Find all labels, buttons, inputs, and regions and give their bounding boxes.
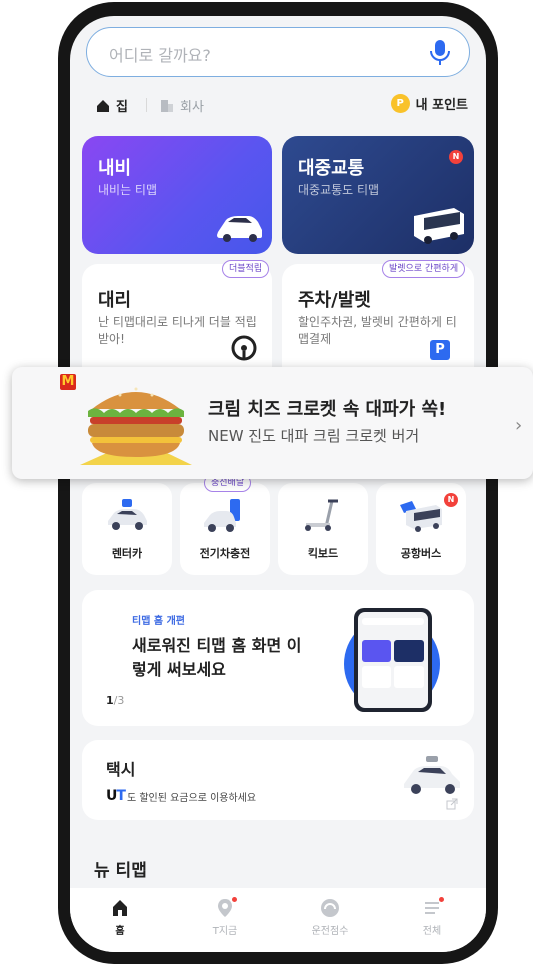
tile-kickboard[interactable]: 킥보드 — [278, 483, 368, 575]
menu-icon — [422, 897, 444, 918]
building-icon — [161, 99, 173, 112]
taxi-subtitle: 도 할인된 요금으로 이용하세요 — [126, 792, 257, 804]
tab-home[interactable]: 홈 — [80, 898, 160, 937]
new-badge: N — [449, 150, 463, 164]
ut-logo-t: T — [116, 788, 126, 804]
new-tmap-section-title: 뉴 티맵 — [94, 861, 147, 881]
tile-label: 전기차충전 — [199, 547, 251, 560]
mcdonalds-ad-banner[interactable]: M 크림 치즈 크로켓 속 대파가 쏙! NEW 진도 대파 크림 크로켓 버거… — [12, 367, 533, 479]
divider — [146, 98, 147, 112]
page-current: 1 — [106, 694, 114, 707]
transit-card[interactable]: 대중교통 대중교통도 티맵 N — [282, 136, 474, 254]
shortcut-home-label: 집 — [116, 100, 128, 115]
banner-headline: 새로워진 티맵 홈 화면 이렇게 써보세요 — [132, 636, 302, 679]
tile-label: 렌터카 — [111, 547, 143, 560]
shortcut-row: 집 회사 P 내 포인트 — [70, 92, 486, 118]
taxi-card[interactable]: 택시 UT 도 할인된 요금으로 이용하세요 — [82, 740, 474, 820]
location-pin-icon — [215, 897, 237, 918]
taxi-subtitle-row: UT 도 할인된 요금으로 이용하세요 — [106, 788, 256, 804]
tab-label: T지금 — [212, 926, 238, 937]
tile-label: 공항버스 — [400, 547, 442, 560]
tab-label: 홈 — [115, 926, 125, 937]
ut-logo-u: U — [106, 788, 117, 804]
navi-card[interactable]: 내비 내비는 티맵 — [82, 136, 272, 254]
point-coin-icon: P — [390, 94, 410, 113]
transit-title: 대중교통 — [298, 158, 365, 179]
taxi-title: 택시 — [106, 760, 136, 779]
search-placeholder: 어디로 갈까요? — [109, 46, 211, 65]
banner-pagination: 1/3 — [106, 694, 124, 707]
tile-airport-bus[interactable]: 공항버스 N — [376, 483, 466, 575]
navi-title: 내비 — [98, 158, 132, 179]
bottom-tab-bar: 홈 T지금 운전점수 전체 — [70, 888, 486, 952]
tile-label: 킥보드 — [307, 547, 339, 560]
tab-driving-score[interactable]: 운전점수 — [290, 898, 370, 937]
new-badge: N — [444, 493, 458, 507]
phone-mockup-illustration — [344, 608, 440, 712]
bus-icon — [414, 208, 464, 244]
driver-title: 대리 — [98, 290, 132, 311]
tab-label: 전체 — [422, 926, 442, 937]
taxi-car-icon — [404, 756, 460, 794]
car-icon — [217, 216, 262, 242]
gauge-icon — [321, 899, 339, 917]
my-points-button[interactable]: P 내 포인트 — [390, 94, 468, 113]
airport-bus-icon — [400, 501, 442, 532]
house-icon — [97, 99, 109, 112]
banner-eyebrow: 티맵 홈 개편 — [132, 616, 185, 627]
notification-dot — [232, 897, 237, 902]
tab-tnow[interactable]: T지금 — [185, 897, 265, 937]
tab-all[interactable]: 전체 — [392, 897, 472, 937]
shortcut-office-label: 회사 — [180, 100, 204, 115]
notification-dot — [439, 897, 444, 902]
burger-image — [80, 387, 192, 465]
my-points-label: 내 포인트 — [415, 98, 468, 113]
microphone-icon[interactable] — [427, 39, 453, 67]
home-icon — [113, 900, 127, 916]
page-total: 3 — [117, 694, 125, 707]
ad-headline: 크림 치즈 크로켓 속 대파가 쏙! — [208, 399, 447, 420]
steering-wheel-icon — [231, 335, 257, 361]
mcdonalds-logo: M — [60, 374, 76, 390]
promo-banner[interactable]: 티맵 홈 개편 새로워진 티맵 홈 화면 이렇게 써보세요 1/3 — [82, 590, 474, 726]
tab-label: 운전점수 — [311, 926, 349, 937]
search-bar[interactable]: 어디로 갈까요? — [86, 27, 470, 77]
tile-rentcar[interactable]: 렌터카 — [82, 483, 172, 575]
ut-logo: UT — [106, 788, 126, 804]
parking-p-icon: P — [430, 340, 450, 360]
shortcut-home[interactable]: 집 — [96, 96, 128, 115]
tile-ev-charging[interactable]: 전기차충전 — [180, 483, 270, 575]
external-link-icon[interactable] — [446, 798, 458, 810]
transit-subtitle: 대중교통도 티맵 — [298, 183, 380, 197]
shortcut-office[interactable]: 회사 — [160, 96, 204, 115]
chevron-right-icon[interactable]: › — [515, 415, 522, 436]
navi-subtitle: 내비는 티맵 — [98, 183, 158, 197]
valet-tag: 발렛으로 간편하게 — [382, 260, 466, 278]
driver-card[interactable]: 대리 난 티맵대리로 티나게 더블 적립 받아! — [82, 264, 272, 384]
parking-card[interactable]: 주차/발렛 할인주차권, 발렛비 간편하게 티맵결제 P — [282, 264, 474, 384]
double-points-tag: 더블적립 — [222, 260, 270, 278]
ad-subline: NEW 진도 대파 크림 크로켓 버거 — [208, 427, 420, 445]
ev-charger-icon — [204, 499, 240, 532]
parking-title: 주차/발렛 — [298, 290, 371, 311]
kickboard-icon — [305, 499, 338, 531]
app-screen: 어디로 갈까요? 집 회사 P 내 포인트 내비 내비는 티맵 대중교통 대중교… — [70, 16, 486, 952]
rental-car-icon — [108, 499, 147, 530]
